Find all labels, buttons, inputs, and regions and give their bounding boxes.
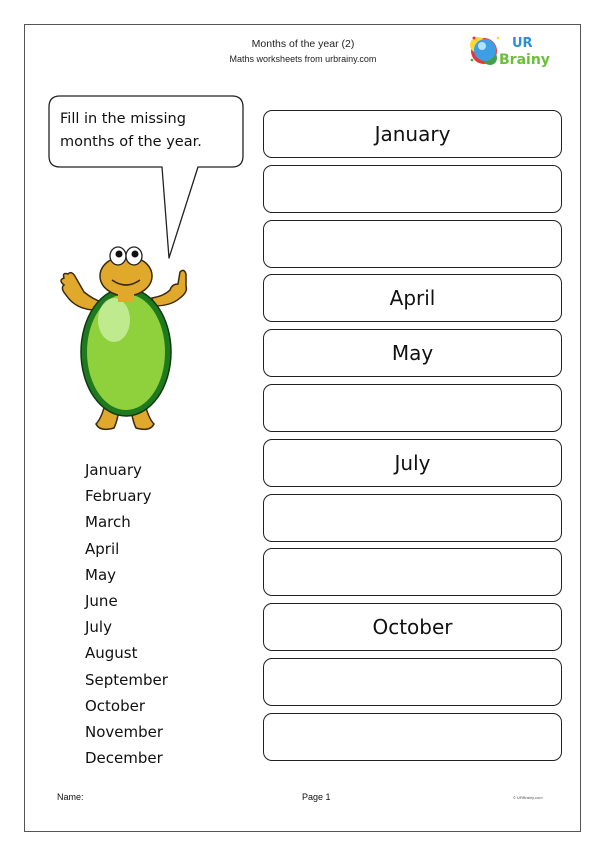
reference-month: July [85, 618, 112, 637]
reference-month: January [85, 461, 142, 479]
reference-month-list: January February March April May June Ju… [85, 459, 168, 773]
urbrainy-logo: UR Brainy [470, 36, 550, 68]
logo-text-ur: UR [512, 36, 533, 51]
turtle-right-hand [151, 269, 188, 307]
logo-text-brainy: Brainy [499, 52, 550, 68]
turtle-shell-shine [98, 298, 130, 342]
reference-month: February [85, 487, 152, 506]
turtle-mascot [60, 246, 188, 431]
reference-month: June [85, 591, 118, 610]
instruction-line-1: Fill in the missing [60, 111, 186, 127]
answer-box-6[interactable] [263, 383, 562, 432]
page-number: Page 1 [302, 792, 331, 802]
answer-box-1[interactable]: January [263, 110, 562, 158]
copyright-text: © URBrainy.com [513, 795, 543, 800]
reference-month: March [85, 513, 131, 532]
answer-box-9[interactable] [263, 548, 562, 597]
instruction-line-2: months of the year. [60, 134, 202, 150]
reference-month: October [85, 696, 146, 715]
speech-bubble-text: Fill in the missing months of the year. [60, 108, 240, 154]
answer-box-3[interactable] [263, 219, 562, 268]
answer-box-2[interactable] [263, 164, 562, 213]
answer-box-12[interactable] [263, 712, 562, 761]
reference-month: April [85, 539, 120, 558]
answer-box-4[interactable]: April [263, 274, 562, 323]
reference-month: December [85, 749, 163, 768]
answer-box-10[interactable]: October [263, 603, 562, 652]
turtle-neck [118, 288, 134, 302]
answer-box-8[interactable] [263, 493, 562, 542]
reference-month: November [85, 722, 164, 741]
reference-month: May [85, 565, 117, 584]
answer-boxes: January April May July October [263, 110, 562, 768]
logo-globe-shine [478, 42, 486, 50]
logo-globe [474, 39, 496, 61]
answer-box-5[interactable]: May [263, 329, 562, 378]
answer-box-11[interactable] [263, 657, 562, 706]
answer-box-7[interactable]: July [263, 438, 562, 487]
reference-month: September [85, 670, 168, 689]
reference-month: August [85, 644, 138, 663]
name-label: Name: [57, 792, 84, 802]
